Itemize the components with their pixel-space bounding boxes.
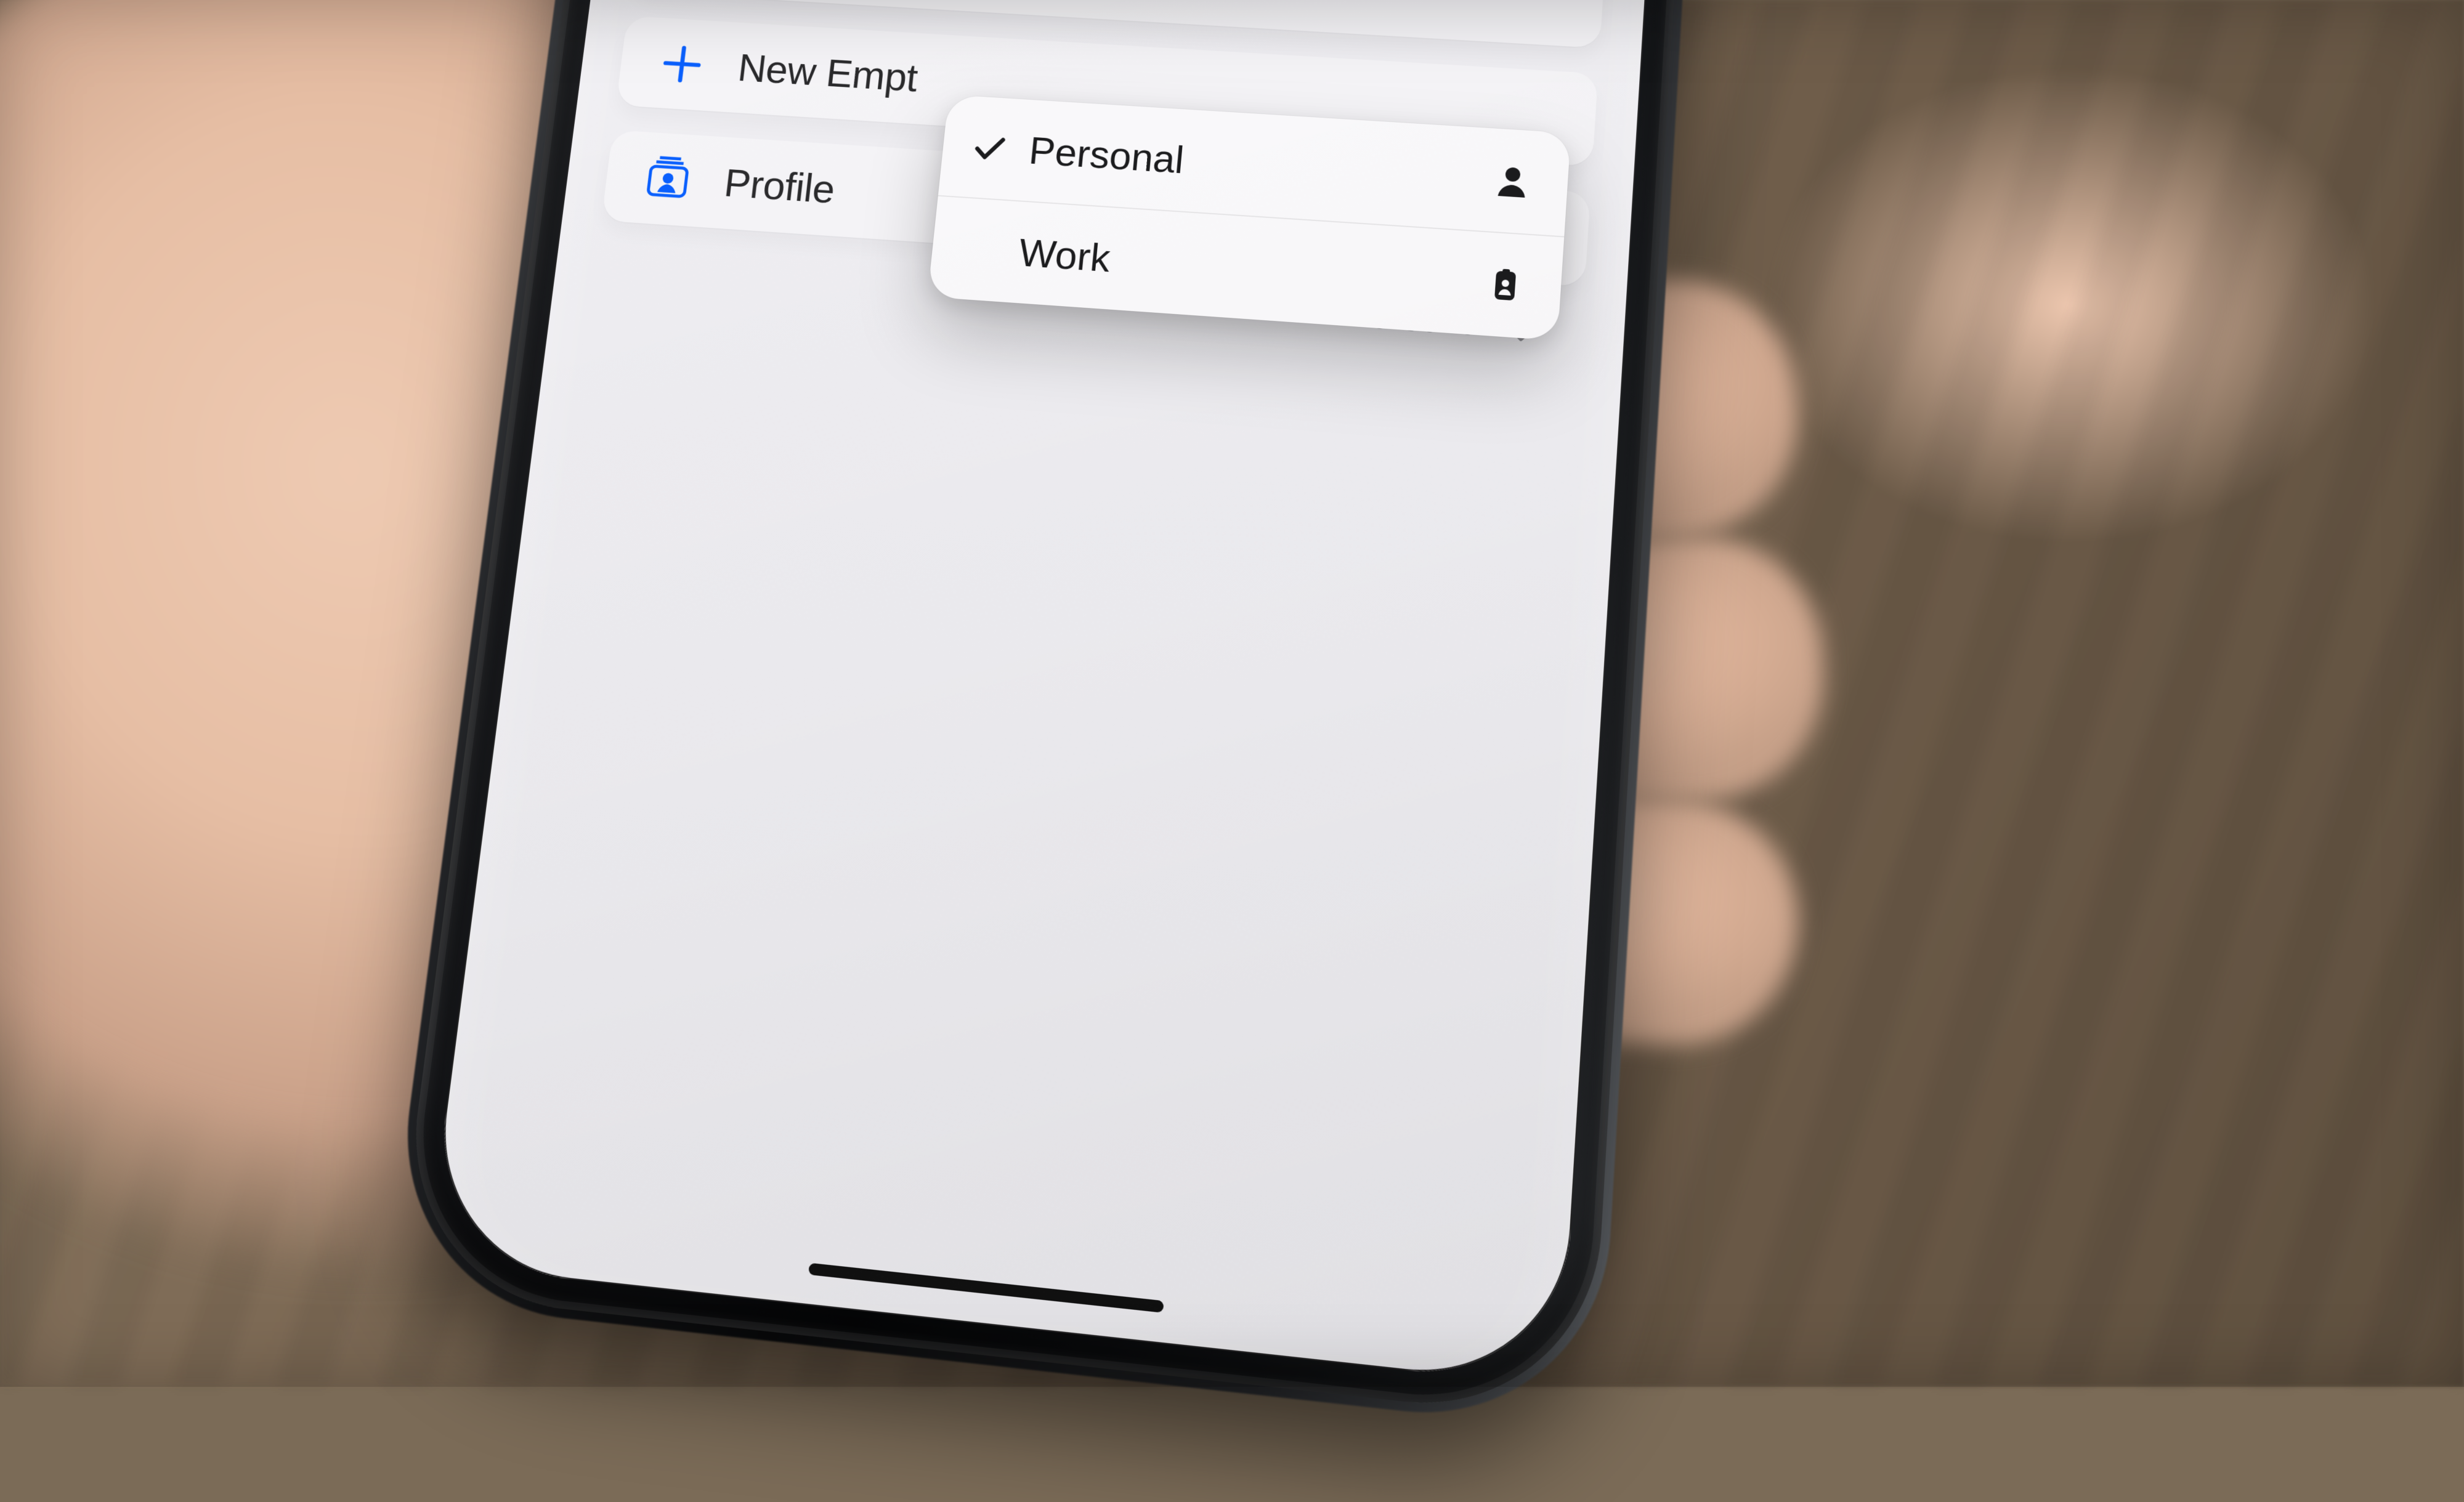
row-new-empty-label: New Empt [736,46,920,100]
phone-screen: Private New Empt [426,0,1693,1387]
profile-card-icon [641,154,695,205]
popover-option-label: Personal [1027,129,1186,182]
checkmark-icon [970,129,1010,166]
badge-icon [1486,266,1525,304]
home-indicator[interactable] [808,1263,1164,1313]
iphone-device: Private New Empt [394,0,1721,1422]
person-icon [1493,163,1532,200]
checkmark-placeholder [959,230,1000,269]
popover-option-label: Work [1017,230,1112,281]
row-profile-label: Profile [722,161,837,212]
plus-icon [655,39,709,89]
